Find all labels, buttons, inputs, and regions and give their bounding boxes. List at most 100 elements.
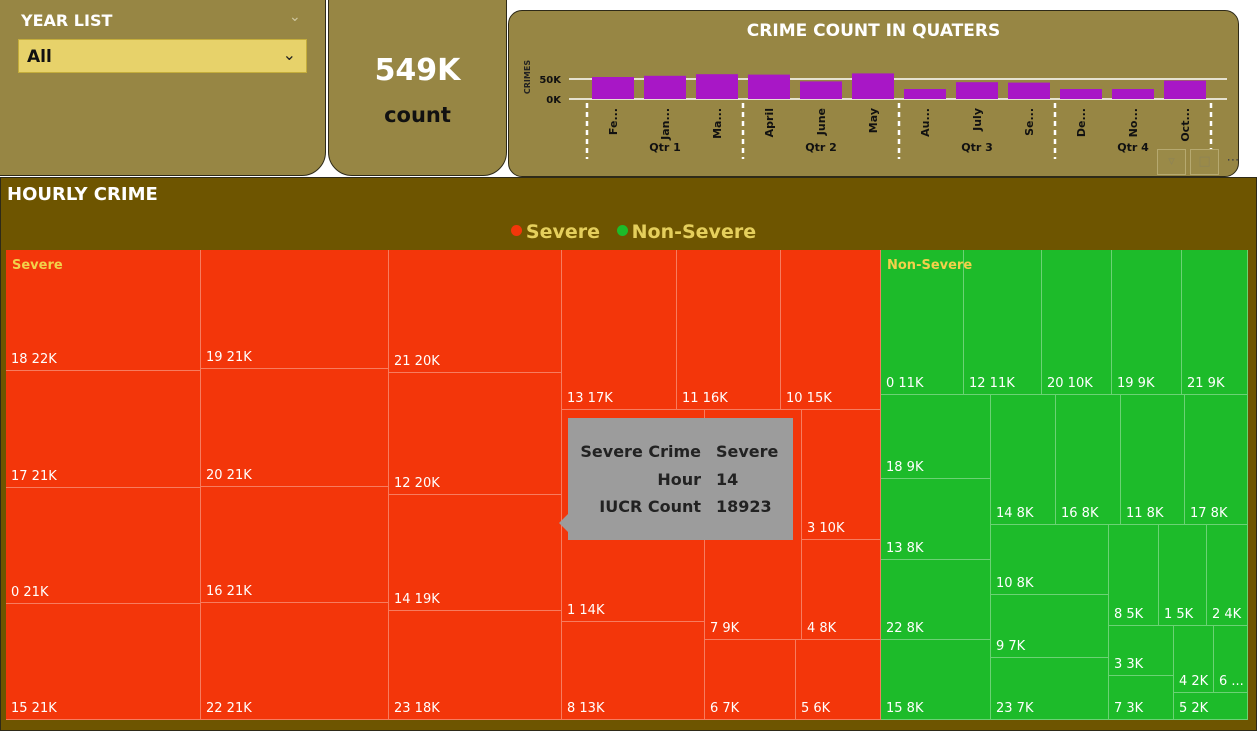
non-severe-cell[interactable]: 17 8K [1185, 395, 1248, 525]
severe-cell[interactable]: 6 7K [705, 640, 796, 720]
quarter-label: Qtr 1 [649, 141, 681, 154]
non-severe-cell-label: 18 9K [886, 460, 924, 475]
x-tick-label: De... [1075, 108, 1088, 137]
non-severe-cell-label: 6 ... [1219, 674, 1244, 689]
quarter-label: Qtr 2 [805, 141, 837, 154]
bar [1112, 89, 1154, 99]
tooltip-value: 14 [716, 470, 739, 489]
severe-cell[interactable]: 10 15K [781, 250, 881, 410]
x-tick-label: No... [1127, 108, 1140, 137]
non-severe-cell-label: 12 11K [969, 376, 1015, 391]
x-tick-label: July [971, 108, 984, 132]
severe-cell-label: 13 17K [567, 391, 613, 406]
non-severe-cell[interactable]: 8 5K [1109, 525, 1159, 626]
severe-cell[interactable]: 0 21K [6, 488, 201, 604]
x-tick-label: Se... [1023, 108, 1036, 136]
non-severe-cell-label: 2 4K [1212, 607, 1242, 622]
x-tick-label: Jan... [659, 108, 672, 141]
non-severe-cell-label: 16 8K [1061, 506, 1099, 521]
x-tick-label: Au... [919, 108, 932, 137]
non-severe-cell[interactable]: 9 7K [991, 595, 1109, 658]
year-dropdown[interactable]: All ⌄ [18, 39, 307, 73]
bar [904, 89, 946, 99]
non-severe-cell-label: 22 8K [886, 621, 924, 636]
severe-cell-label: 1 14K [567, 603, 605, 618]
severe-cell-label: 18 22K [11, 352, 57, 367]
non-severe-cell[interactable]: 18 9K [881, 395, 991, 479]
severe-cell[interactable]: 22 21K [201, 603, 389, 720]
non-severe-cell[interactable]: 11 8K [1121, 395, 1185, 525]
bar [800, 81, 842, 99]
severe-cell[interactable]: 5 6K [796, 640, 881, 720]
non-severe-cell[interactable]: 12 11K [964, 250, 1042, 395]
quarter-label: Qtr 3 [961, 141, 993, 154]
severe-cell[interactable]: 15 21K [6, 604, 201, 720]
severe-cell-label: 22 21K [206, 701, 252, 716]
non-severe-cell-label: 20 10K [1047, 376, 1093, 391]
visual-header-icons: ▿ □ ⋯ [1157, 149, 1243, 175]
non-severe-cell[interactable]: 4 2K [1174, 626, 1214, 693]
non-severe-cell[interactable]: 20 10K [1042, 250, 1112, 395]
tooltip-value: Severe [716, 442, 779, 461]
severe-cell[interactable]: 20 21K [201, 369, 389, 487]
chart-canvas: 50K 0K CRIMES Fe... Jan... Ma... April June May A… [523, 60, 1227, 159]
severe-cell-label: 20 21K [206, 468, 252, 483]
non-severe-cell[interactable]: 23 7K [991, 658, 1109, 720]
kpi-value: 549K [374, 53, 461, 88]
filter-icon[interactable]: ▿ [1157, 149, 1186, 175]
focus-mode-icon[interactable]: □ [1190, 149, 1219, 175]
non-severe-cell[interactable]: 5 2K [1174, 693, 1248, 720]
bar [956, 82, 998, 99]
non-severe-cell-label: 21 9K [1187, 376, 1225, 391]
non-severe-cell-label: 0 11K [886, 376, 924, 391]
non-severe-cell[interactable]: 15 8K [881, 640, 991, 720]
non-severe-cell[interactable]: 1 5K [1159, 525, 1207, 626]
severe-cell-label: 6 7K [710, 701, 740, 716]
severe-cell[interactable]: 14 19K [389, 495, 562, 611]
severe-cell-label: 17 21K [11, 469, 57, 484]
non-severe-legend-dot [616, 225, 628, 236]
severe-cell[interactable]: 13 17K [562, 250, 677, 410]
treemap-tooltip: Severe Crime Severe Hour 14 IUCR Count 1… [559, 418, 793, 540]
non-severe-cell[interactable]: 22 8K [881, 560, 991, 640]
non-severe-cell-label: 4 2K [1179, 674, 1209, 689]
non-severe-cell[interactable]: 2 4K [1207, 525, 1248, 626]
non-severe-cell[interactable]: 21 9K [1182, 250, 1248, 395]
severe-cell[interactable]: 8 13K [562, 622, 705, 720]
non-severe-cell[interactable]: 7 3K [1109, 676, 1174, 720]
non-severe-cell-label: 17 8K [1190, 506, 1228, 521]
non-severe-cell[interactable]: 10 8K [991, 525, 1109, 595]
more-options-icon[interactable]: ⋯ [1223, 149, 1243, 175]
legend-severe[interactable]: Severe [526, 221, 600, 243]
severe-cell[interactable]: 21 20K [389, 250, 562, 373]
x-tick-label: Oct... [1179, 108, 1192, 142]
tooltip-key: Severe Crime [580, 442, 701, 461]
severe-cell[interactable]: 19 21K [201, 250, 389, 369]
severe-cell[interactable]: 3 10K [802, 410, 881, 540]
severe-cell-label: 14 19K [394, 592, 440, 607]
non-severe-cell-label: 13 8K [886, 541, 924, 556]
severe-cell-label: 7 9K [710, 621, 740, 636]
non-severe-cell[interactable]: 14 8K [991, 395, 1056, 525]
legend-non-severe[interactable]: Non-Severe [632, 221, 756, 243]
chevron-down-icon[interactable]: ⌄ [289, 9, 301, 25]
year-dropdown-value: All [27, 47, 52, 67]
severe-legend-dot [510, 225, 522, 236]
severe-cell[interactable]: 12 20K [389, 373, 562, 495]
severe-cell[interactable]: 17 21K [6, 371, 201, 488]
severe-cell[interactable]: 4 8K [802, 540, 881, 640]
x-tick-label: June [815, 108, 828, 136]
non-severe-cell-label: 1 5K [1164, 607, 1194, 622]
non-severe-cell[interactable]: 19 9K [1112, 250, 1182, 395]
non-severe-cell[interactable]: 16 8K [1056, 395, 1121, 525]
severe-cell-label: 12 20K [394, 476, 440, 491]
bar [748, 74, 790, 99]
severe-cell[interactable]: 16 21K [201, 487, 389, 603]
non-severe-cell[interactable]: 6 ... [1214, 626, 1248, 693]
non-severe-cell-label: 14 8K [996, 506, 1034, 521]
severe-cell[interactable]: 11 16K [677, 250, 781, 410]
non-severe-cell[interactable]: 13 8K [881, 479, 991, 560]
severe-cell[interactable]: 23 18K [389, 611, 562, 720]
non-severe-cell[interactable]: 3 3K [1109, 626, 1174, 676]
non-severe-cell-label: 8 5K [1114, 607, 1144, 622]
